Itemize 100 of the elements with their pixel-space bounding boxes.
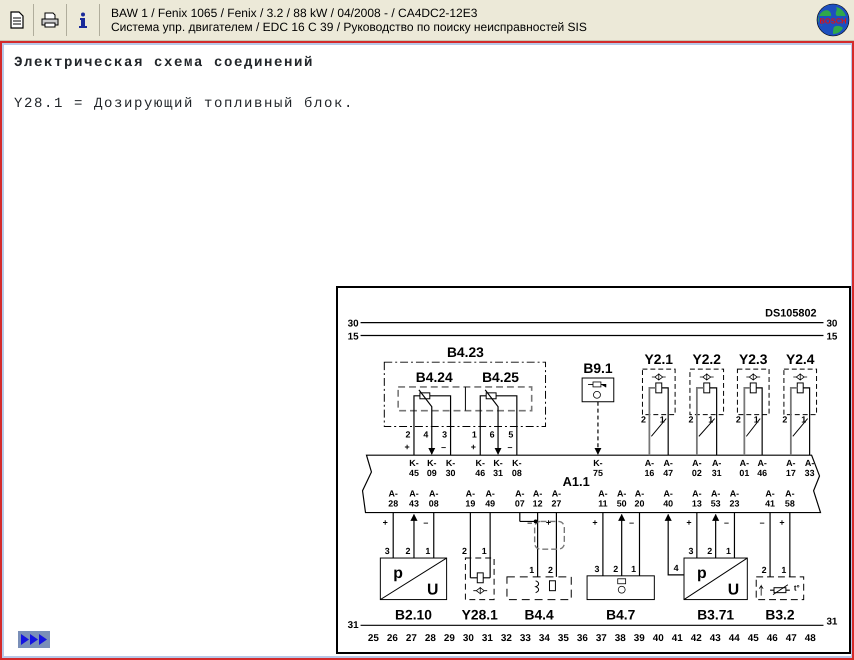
terminal-label: A- 58 xyxy=(784,488,795,509)
description: Y28.1 = Дозирующий топливный блок. xyxy=(14,95,356,114)
component-label: B4.23 xyxy=(446,344,484,360)
component-label: B4.25 xyxy=(482,368,519,385)
next-button[interactable] xyxy=(18,631,50,648)
terminal-label: A- 19 xyxy=(465,488,476,509)
terminal-label: A- 11 xyxy=(598,488,608,509)
polarity-sign: – xyxy=(507,442,512,452)
terminal-label: A- 12 xyxy=(532,488,543,509)
cell-number: 47 xyxy=(786,633,797,644)
pin-label: 2 xyxy=(707,546,712,556)
cell-number: 40 xyxy=(652,633,664,644)
cell-number: 28 xyxy=(424,633,436,644)
terminal-label: K- 09 xyxy=(426,458,437,478)
rail-label: 30 xyxy=(348,318,359,330)
pin-label: 2 xyxy=(462,546,467,556)
cell-number: 35 xyxy=(558,633,569,644)
cell-number: 27 xyxy=(406,633,417,644)
cell-number: 46 xyxy=(766,633,778,644)
terminal-label: A- 50 xyxy=(616,488,627,509)
cell-number: 26 xyxy=(386,633,398,644)
cell-number: 37 xyxy=(596,633,607,644)
cell-number: 30 xyxy=(462,633,474,644)
polarity-sign: + xyxy=(382,517,388,528)
polarity-sign: – xyxy=(724,517,730,528)
component-label: Y2.1 xyxy=(644,351,673,368)
ecu-label: A1.1 xyxy=(562,474,590,489)
pin-label: 1 xyxy=(529,564,534,575)
printer-icon xyxy=(41,12,59,28)
component-label: B3.2 xyxy=(765,606,795,622)
polarity-sign: – xyxy=(629,517,634,528)
component-label: B9.1 xyxy=(583,360,613,376)
component-label: B2.10 xyxy=(395,606,432,622)
cell-number: 34 xyxy=(538,633,550,644)
rail-label: 15 xyxy=(826,331,838,342)
pin-label: 1 xyxy=(781,564,786,575)
page-title: Электрическая схема соединений xyxy=(14,54,316,73)
terminal-label: K- 08 xyxy=(512,458,522,478)
cell-number: 45 xyxy=(748,633,759,644)
terminal-label: A- 47 xyxy=(663,458,674,478)
terminal-label: A- 49 xyxy=(485,488,496,509)
pin-label: 1 xyxy=(472,429,477,440)
terminal-label: A- 02 xyxy=(692,458,702,478)
component-label: B3.71 xyxy=(697,606,734,622)
polarity-sign: + xyxy=(592,517,598,528)
cell-number: 39 xyxy=(634,633,645,644)
pin-label: 3 xyxy=(442,429,448,440)
terminal-label: K- 46 xyxy=(475,458,486,478)
pin-label: 3 xyxy=(594,564,600,574)
terminal-label: A- 07 xyxy=(514,488,525,509)
pin-label: 2 xyxy=(548,564,553,575)
pin-label: 2 xyxy=(613,564,618,574)
component-label: B4.24 xyxy=(416,368,453,385)
terminal-label: A- 31 xyxy=(712,458,722,478)
cell-number: 44 xyxy=(728,633,740,644)
terminal-label: A- 41 xyxy=(765,488,775,509)
pin-label: 1 xyxy=(482,546,487,556)
terminal-label: A- 40 xyxy=(663,488,674,509)
document-icon xyxy=(10,11,24,29)
pin-label: 1 xyxy=(708,414,714,425)
component-label: Y2.4 xyxy=(786,351,814,368)
cell-number: 29 xyxy=(444,633,455,644)
potentiometer-drawing xyxy=(480,390,518,456)
triple-arrow-icon xyxy=(20,633,48,646)
pin-label: 4 xyxy=(674,562,679,573)
pin-label: 3 xyxy=(688,546,694,556)
polarity-sign: – xyxy=(441,442,446,452)
cell-number: 32 xyxy=(500,633,512,644)
cell-number: 48 xyxy=(804,633,816,644)
terminal-label: A- 46 xyxy=(757,458,768,478)
cell-number: 31 xyxy=(482,633,493,644)
drawing-number: DS105802 xyxy=(765,308,817,320)
terminal-label: K- 45 xyxy=(409,458,419,478)
terminal-label: A- 08 xyxy=(428,488,439,509)
terminal-label: A- 53 xyxy=(710,488,721,509)
terminal-label: A- 23 xyxy=(730,488,740,509)
pin-label: 2 xyxy=(736,414,741,425)
cell-number: 41 xyxy=(672,633,683,644)
pin-label: 2 xyxy=(640,414,646,425)
component-label: Y2.2 xyxy=(692,351,721,368)
terminal-label: A- 01 xyxy=(739,458,750,478)
polarity-sign: – xyxy=(423,517,428,528)
pin-label: 5 xyxy=(508,429,514,440)
pin-label: 2 xyxy=(406,429,411,440)
polarity-sign: + xyxy=(546,517,552,528)
pin-label: 1 xyxy=(425,546,430,556)
terminal-label: A- 20 xyxy=(634,488,644,509)
header-line: BAW 1 / Fenix 1065 / Fenix / 3.2 / 88 kW / 04/2008 - / CA4DC2-12E3 xyxy=(111,6,478,20)
cell-number: 43 xyxy=(710,633,721,644)
terminal-label: K- 31 xyxy=(493,458,503,478)
polarity-sign: + xyxy=(779,517,785,528)
terminal-label: A- 33 xyxy=(804,458,815,478)
cell-number: 42 xyxy=(690,633,702,644)
rail-label: 15 xyxy=(348,331,359,342)
rail-label: 30 xyxy=(826,318,838,330)
polarity-sign: + xyxy=(404,442,410,452)
pin-label: 1 xyxy=(726,546,731,556)
component-label: Y2.3 xyxy=(739,351,768,368)
terminal-label: K- 75 xyxy=(593,458,603,478)
cell-number: 33 xyxy=(520,633,531,644)
